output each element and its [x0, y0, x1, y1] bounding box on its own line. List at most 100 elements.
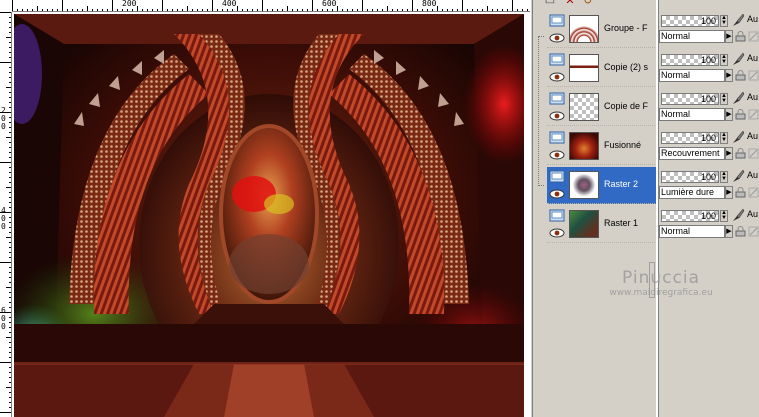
opacity-spinner[interactable]: ▲ ▼	[720, 210, 728, 222]
layer-row[interactable]: Raster 1	[547, 206, 657, 243]
visibility-eye-icon[interactable]	[549, 228, 565, 238]
brush-icon[interactable]	[731, 169, 745, 184]
auto-label: Au	[747, 14, 759, 24]
dropdown-arrow-icon[interactable]: ▶	[725, 225, 733, 238]
layer-properties-row: 100 ▲ ▼ Au Normal ▶	[659, 10, 759, 49]
blend-mode-select[interactable]: Normal	[659, 108, 725, 121]
lock-transparency-icon[interactable]	[735, 31, 746, 42]
brush-icon[interactable]	[731, 208, 745, 223]
dropdown-arrow-icon[interactable]: ▶	[725, 30, 733, 43]
opacity-field[interactable]: 100	[661, 15, 719, 27]
visibility-eye-icon[interactable]	[549, 111, 565, 121]
layer-properties-row: 100 ▲ ▼ Au Recouvrement ▶	[659, 127, 759, 166]
layer-properties-row: 100 ▲ ▼ Au Normal ▶	[659, 205, 759, 244]
layer-thumbnail[interactable]	[569, 15, 599, 43]
layer-thumbnail[interactable]	[569, 210, 599, 238]
canvas-area[interactable]: 200 400 600 800 200 400 600	[0, 0, 530, 417]
layer-name[interactable]: Copie de F	[604, 101, 656, 111]
lock-transparency-icon[interactable]	[735, 187, 746, 198]
layer-type-icon[interactable]	[549, 92, 565, 105]
link-icon[interactable]	[748, 148, 759, 159]
visibility-eye-icon[interactable]	[549, 189, 565, 199]
layers-palette: ▭ ✕ ↺ Groupe - F Copie (2) s Copie de F Fus…	[533, 0, 759, 417]
opacity-value: 100	[700, 172, 716, 182]
delete-layer-icon[interactable]: ✕	[563, 0, 577, 8]
opacity-value: 100	[700, 16, 716, 26]
blend-mode-select[interactable]: Normal	[659, 69, 725, 82]
layer-thumbnail[interactable]	[569, 93, 599, 121]
link-icon[interactable]	[748, 31, 759, 42]
brush-icon[interactable]	[731, 13, 745, 28]
layer-type-icon[interactable]	[549, 14, 565, 27]
opacity-spinner[interactable]: ▲ ▼	[720, 132, 728, 144]
auto-label: Au	[747, 170, 759, 180]
dropdown-arrow-icon[interactable]: ▶	[725, 108, 733, 121]
dropdown-arrow-icon[interactable]: ▶	[725, 69, 733, 82]
layer-type-icon[interactable]	[549, 209, 565, 222]
opacity-spinner[interactable]: ▲ ▼	[720, 171, 728, 183]
layer-properties-row: 100 ▲ ▼ Au Lumière dure ▶	[659, 166, 759, 205]
brush-icon[interactable]	[731, 130, 745, 145]
artwork-image[interactable]	[14, 14, 524, 417]
layers-list: Groupe - F Copie (2) s Copie de F Fusionné R…	[533, 8, 657, 417]
layer-row[interactable]: Copie (2) s	[547, 50, 657, 87]
layer-thumbnail[interactable]	[569, 171, 599, 199]
blend-mode-select[interactable]: Recouvrement	[659, 147, 725, 160]
layer-thumbnail[interactable]	[569, 132, 599, 160]
layer-name[interactable]: Groupe - F	[604, 23, 656, 33]
layer-name[interactable]: Copie (2) s	[604, 62, 656, 72]
dropdown-arrow-icon[interactable]: ▶	[725, 147, 733, 160]
lock-transparency-icon[interactable]	[735, 226, 746, 237]
link-icon[interactable]	[748, 109, 759, 120]
layer-row[interactable]: Groupe - F	[547, 11, 657, 48]
artwork-illustration	[14, 14, 524, 417]
brush-icon[interactable]	[731, 91, 745, 106]
link-icon[interactable]	[748, 187, 759, 198]
visibility-eye-icon[interactable]	[549, 33, 565, 43]
opacity-field[interactable]: 100	[661, 132, 719, 144]
opacity-value: 100	[700, 133, 716, 143]
layer-properties-row: 100 ▲ ▼ Au Normal ▶	[659, 88, 759, 127]
auto-label: Au	[747, 53, 759, 63]
watermark-url: www.maidiregrafica.eu	[609, 288, 713, 298]
blend-mode-select[interactable]: Normal	[659, 225, 725, 238]
undo-icon[interactable]: ↺	[581, 0, 595, 8]
layer-type-icon[interactable]	[549, 170, 565, 183]
opacity-spinner[interactable]: ▲ ▼	[720, 54, 728, 66]
lock-transparency-icon[interactable]	[735, 148, 746, 159]
opacity-value: 100	[700, 211, 716, 221]
layer-row[interactable]: Raster 2	[547, 167, 657, 204]
link-icon[interactable]	[748, 70, 759, 81]
lock-transparency-icon[interactable]	[735, 70, 746, 81]
link-icon[interactable]	[748, 226, 759, 237]
auto-label: Au	[747, 131, 759, 141]
lock-transparency-icon[interactable]	[735, 109, 746, 120]
layer-name[interactable]: Raster 2	[604, 179, 656, 189]
auto-label: Au	[747, 209, 759, 219]
opacity-value: 100	[700, 55, 716, 65]
opacity-spinner[interactable]: ▲ ▼	[720, 93, 728, 105]
brush-icon[interactable]	[731, 52, 745, 67]
opacity-field[interactable]: 100	[661, 171, 719, 183]
opacity-field[interactable]: 100	[661, 93, 719, 105]
blend-mode-select[interactable]: Lumière dure	[659, 186, 725, 199]
layer-row[interactable]: Copie de F	[547, 89, 657, 126]
visibility-eye-icon[interactable]	[549, 72, 565, 82]
opacity-spinner[interactable]: ▲ ▼	[720, 15, 728, 27]
layer-name[interactable]: Fusionné	[604, 140, 656, 150]
layer-thumbnail[interactable]	[569, 54, 599, 82]
new-layer-icon[interactable]: ▭	[543, 0, 557, 8]
opacity-field[interactable]: 100	[661, 54, 719, 66]
horizontal-ruler: 200 400 600 800	[12, 0, 530, 12]
layer-properties-row: 100 ▲ ▼ Au Normal ▶	[659, 49, 759, 88]
opacity-field[interactable]: 100	[661, 210, 719, 222]
layer-name[interactable]: Raster 1	[604, 218, 656, 228]
layer-type-icon[interactable]	[549, 131, 565, 144]
opacity-value: 100	[700, 94, 716, 104]
blend-mode-select[interactable]: Normal	[659, 30, 725, 43]
visibility-eye-icon[interactable]	[549, 150, 565, 160]
watermark: Pinuccia www.maidiregrafica.eu	[586, 268, 736, 308]
layer-type-icon[interactable]	[549, 53, 565, 66]
dropdown-arrow-icon[interactable]: ▶	[725, 186, 733, 199]
layer-row[interactable]: Fusionné	[547, 128, 657, 165]
